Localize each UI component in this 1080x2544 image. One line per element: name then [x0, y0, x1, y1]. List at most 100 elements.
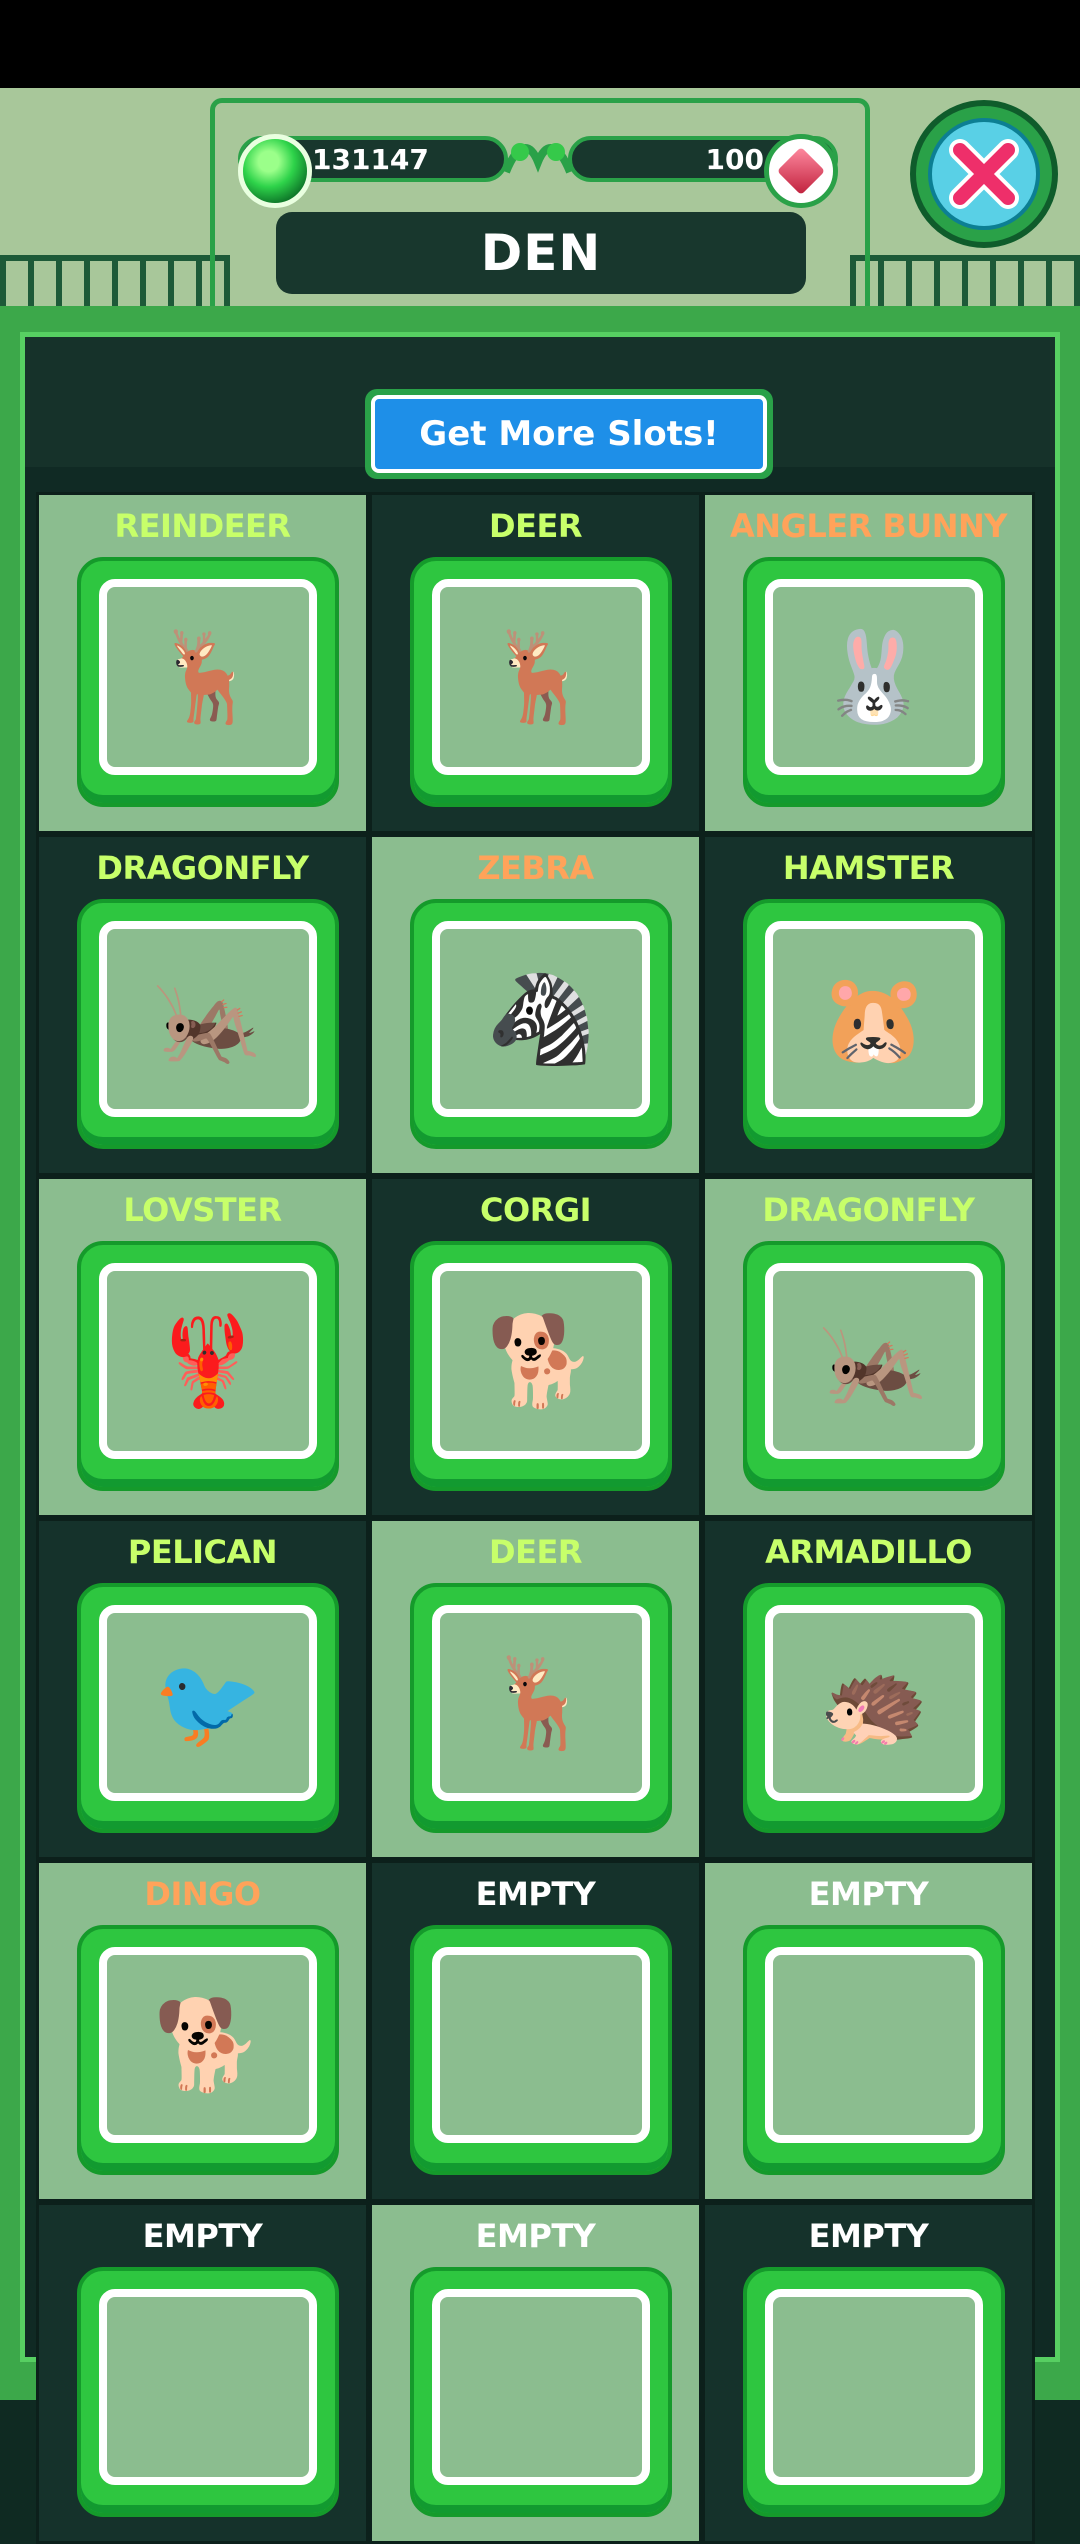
slot-frame[interactable] — [77, 2267, 339, 2517]
animal-slot[interactable]: DEER 🦌 — [369, 492, 702, 834]
slot-frame-inner: 🐕 — [432, 1263, 650, 1459]
animal-slot[interactable]: CORGI 🐕 — [369, 1176, 702, 1518]
animal-slot[interactable]: EMPTY — [702, 1860, 1035, 2202]
animal-slot[interactable]: ARMADILLO 🦔 — [702, 1518, 1035, 1860]
animal-icon: 🐹 — [819, 967, 929, 1070]
slot-frame[interactable]: 🦗 — [77, 899, 339, 1149]
slot-frame-inner — [432, 1947, 650, 2143]
coin-count: 131147 — [312, 142, 429, 176]
animal-slot[interactable]: PELICAN 🐦 — [36, 1518, 369, 1860]
animal-slot-name: REINDEER — [114, 507, 291, 545]
slot-frame[interactable] — [743, 1925, 1005, 2175]
page-title: DEN — [276, 212, 806, 294]
animal-slot[interactable]: ZEBRA 🦓 — [369, 834, 702, 1176]
slot-frame-inner: 🐦 — [99, 1605, 317, 1801]
slot-frame-inner: 🐰 — [765, 579, 983, 775]
slot-frame-inner: 🦌 — [99, 579, 317, 775]
slot-frame-inner: 🦓 — [432, 921, 650, 1117]
animal-slot-name: DEER — [489, 1533, 582, 1571]
slot-frame-inner: 🦗 — [765, 1263, 983, 1459]
green-gem-coin-icon — [238, 134, 312, 208]
animal-slot-name: EMPTY — [475, 1875, 596, 1913]
animal-slot-name: ANGLER BUNNY — [730, 507, 1007, 545]
slot-frame[interactable]: 🦔 — [743, 1583, 1005, 1833]
animal-icon: 🦗 — [153, 967, 263, 1070]
animal-slot[interactable]: LOVSTER 🦞 — [36, 1176, 369, 1518]
gem-counter: 100 — [568, 134, 838, 208]
slot-frame[interactable]: 🦌 — [410, 1583, 672, 1833]
slot-frame[interactable]: 🐕 — [77, 1925, 339, 2175]
animal-slot-name: ZEBRA — [477, 849, 594, 887]
animal-slot[interactable]: HAMSTER 🐹 — [702, 834, 1035, 1176]
animal-slot-name: DINGO — [144, 1875, 261, 1913]
slot-frame[interactable]: 🐹 — [743, 899, 1005, 1149]
animal-slot[interactable]: DRAGONFLY 🦗 — [36, 834, 369, 1176]
animal-slot[interactable]: DINGO 🐕 — [36, 1860, 369, 2202]
slot-frame-inner: 🦔 — [765, 1605, 983, 1801]
slot-frame-inner: 🐹 — [765, 921, 983, 1117]
animal-icon: 🦌 — [486, 625, 596, 728]
animal-slot[interactable]: DRAGONFLY 🦗 — [702, 1176, 1035, 1518]
slot-frame[interactable] — [410, 2267, 672, 2517]
currency-bar: 131147 100 — [238, 126, 838, 208]
animal-slot-name: DRAGONFLY — [762, 1191, 975, 1229]
slot-frame[interactable]: 🦗 — [743, 1241, 1005, 1491]
animal-icon: 🐕 — [153, 1993, 263, 2096]
slot-frame-inner — [765, 2289, 983, 2485]
animal-slot[interactable]: EMPTY — [36, 2202, 369, 2544]
close-button[interactable] — [910, 100, 1058, 248]
animal-slot-name: EMPTY — [142, 2217, 263, 2255]
animal-slot[interactable]: DEER 🦌 — [369, 1518, 702, 1860]
animal-icon: 🦗 — [819, 1309, 929, 1412]
animal-slot[interactable]: REINDEER 🦌 — [36, 492, 369, 834]
slot-frame-inner: 🦌 — [432, 1605, 650, 1801]
slot-frame[interactable]: 🐰 — [743, 557, 1005, 807]
slot-frame-inner: 🦌 — [432, 579, 650, 775]
animal-slot-name: ARMADILLO — [765, 1533, 972, 1571]
slot-frame[interactable]: 🦌 — [77, 557, 339, 807]
slot-frame-inner — [765, 1947, 983, 2143]
slot-frame-inner: 🐕 — [99, 1947, 317, 2143]
animal-slot-name: PELICAN — [127, 1533, 278, 1571]
animal-slot[interactable]: ANGLER BUNNY 🐰 — [702, 492, 1035, 834]
slot-frame[interactable]: 🦌 — [410, 557, 672, 807]
animal-slot[interactable]: EMPTY — [369, 1860, 702, 2202]
close-x-icon — [949, 139, 1019, 209]
animal-slot-name: DEER — [489, 507, 582, 545]
slot-frame-inner — [99, 2289, 317, 2485]
animal-slot-name: EMPTY — [808, 1875, 929, 1913]
animal-slot-name: HAMSTER — [782, 849, 955, 887]
animal-slot-grid: REINDEER 🦌 DEER 🦌 ANGLER BUNNY 🐰 DRAGONFLY 🦗 ZEB… — [36, 492, 1046, 2544]
animal-icon: 🦌 — [153, 625, 263, 728]
animal-icon: 🦌 — [486, 1651, 596, 1754]
animal-icon: 🐕 — [486, 1309, 596, 1412]
animal-icon: 🦞 — [153, 1309, 263, 1412]
slot-frame-inner: 🦗 — [99, 921, 317, 1117]
slot-frame[interactable]: 🐦 — [77, 1583, 339, 1833]
slot-frame[interactable]: 🦓 — [410, 899, 672, 1149]
animal-icon: 🐰 — [819, 625, 929, 728]
coin-counter: 131147 — [238, 134, 508, 208]
slot-frame[interactable]: 🦞 — [77, 1241, 339, 1491]
slot-frame-inner: 🦞 — [99, 1263, 317, 1459]
animal-slot[interactable]: EMPTY — [702, 2202, 1035, 2544]
vine-ornament-icon — [502, 143, 574, 174]
animal-slot-name: EMPTY — [475, 2217, 596, 2255]
red-crystal-icon — [764, 134, 838, 208]
slot-frame-inner — [432, 2289, 650, 2485]
animal-icon: 🐦 — [153, 1651, 263, 1754]
animal-icon: 🦔 — [819, 1651, 929, 1754]
animal-slot-name: CORGI — [480, 1191, 592, 1229]
get-more-slots-button[interactable]: Get More Slots! — [365, 389, 773, 479]
slot-frame[interactable] — [743, 2267, 1005, 2517]
get-more-slots-label: Get More Slots! — [371, 395, 767, 473]
animal-slot-name: EMPTY — [808, 2217, 929, 2255]
animal-icon: 🦓 — [486, 967, 596, 1070]
gem-count: 100 — [705, 142, 764, 176]
animal-slot-name: LOVSTER — [123, 1191, 282, 1229]
animal-slot[interactable]: EMPTY — [369, 2202, 702, 2544]
status-bar — [0, 0, 1080, 88]
slot-frame[interactable] — [410, 1925, 672, 2175]
slot-frame[interactable]: 🐕 — [410, 1241, 672, 1491]
animal-slot-name: DRAGONFLY — [96, 849, 309, 887]
